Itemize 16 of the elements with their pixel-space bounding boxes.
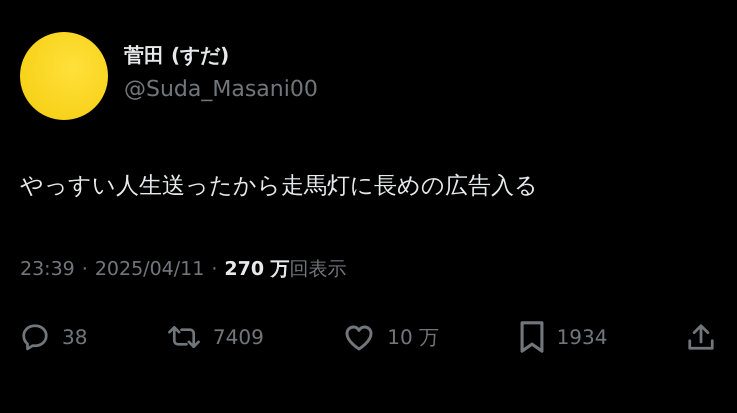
post-date: 2025/04/11: [94, 258, 204, 280]
share-button[interactable]: [686, 322, 715, 352]
repost-button[interactable]: 7409: [166, 322, 264, 352]
like-button[interactable]: 10 万: [343, 322, 440, 352]
post-text: やっすい人生送ったから走馬灯に長めの広告入る: [20, 172, 539, 201]
bookmark-button[interactable]: 1934: [518, 320, 608, 354]
view-count: 270 万回表示: [224, 257, 347, 282]
share-icon: [686, 322, 715, 352]
author-name: 菅田 (すだ): [124, 42, 230, 69]
reply-button[interactable]: 38: [20, 322, 88, 352]
speech-bubble-icon: [20, 322, 50, 352]
post-time: 23:39: [20, 258, 75, 280]
separator-dot: ·: [82, 258, 88, 280]
bookmark-icon: [518, 320, 545, 354]
author-handle: @Suda_Masani00: [124, 77, 318, 102]
separator-dot: ·: [211, 258, 218, 280]
